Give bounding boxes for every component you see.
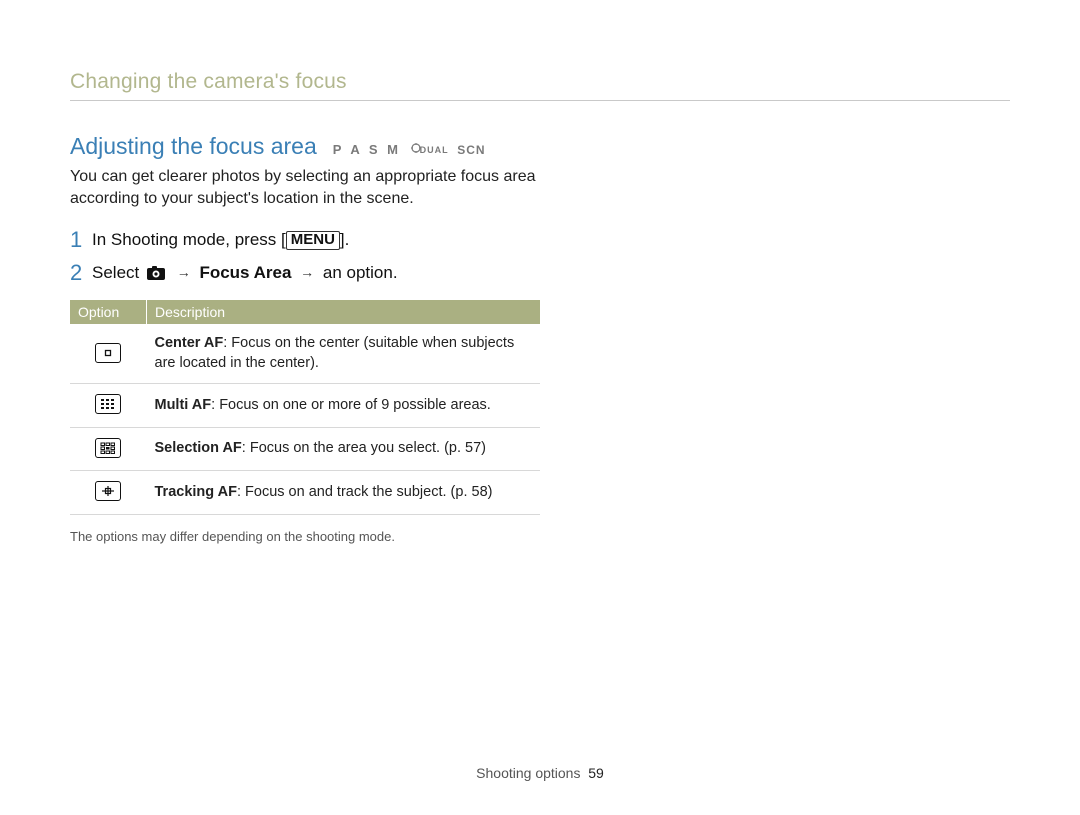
option-desc: : Focus on one or more of 9 possible are… [211, 397, 491, 413]
chapter-title: Changing the camera's focus [70, 70, 1010, 94]
step-2: 2 Select → Focus Area → an option. [70, 260, 550, 286]
step-1: 1 In Shooting mode, press [MENU]. [70, 227, 550, 253]
table-row: Multi AF: Focus on one or more of 9 poss… [70, 384, 540, 428]
mode-letters: P A S M [333, 142, 401, 157]
steps-list: 1 In Shooting mode, press [MENU]. 2 Sele… [70, 227, 550, 286]
step-prefix: Select [92, 263, 144, 282]
page: Changing the camera's focus Adjusting th… [0, 0, 1080, 815]
table-row: Tracking AF: Focus on and track the subj… [70, 471, 540, 515]
step-suffix: an option. [318, 263, 397, 282]
arrow-icon: → [177, 263, 191, 282]
page-footer: Shooting options 59 [0, 765, 1080, 781]
step-prefix: In Shooting mode, press [ [92, 230, 286, 249]
option-desc: : Focus on the area you select. (p. 57) [242, 440, 486, 456]
center-af-icon [95, 343, 121, 363]
camera-icon [146, 265, 166, 281]
header-rule [70, 100, 1010, 101]
option-icon-cell [70, 471, 147, 515]
tracking-af-icon [95, 481, 121, 501]
step-number: 1 [70, 227, 92, 253]
mode-indicators: P A S M DUAL SCN [333, 142, 486, 157]
footnote: The options may differ depending on the … [70, 529, 550, 544]
table-row: Center AF: Focus on the center (suitable… [70, 324, 540, 384]
step-suffix: ]. [340, 230, 349, 249]
option-name: Selection AF [155, 440, 242, 456]
header-description: Description [147, 300, 541, 324]
section-title: Adjusting the focus area [70, 133, 317, 160]
option-name: Center AF [155, 335, 224, 351]
chapter-header: Changing the camera's focus [70, 70, 1010, 101]
step-text: In Shooting mode, press [MENU]. [92, 227, 349, 252]
focus-area-label: Focus Area [199, 263, 291, 282]
section-title-row: Adjusting the focus area P A S M DUAL SC… [70, 133, 550, 160]
section: Adjusting the focus area P A S M DUAL SC… [70, 133, 550, 544]
option-icon-cell [70, 427, 147, 471]
footer-section: Shooting options [476, 765, 580, 781]
option-description: Selection AF: Focus on the area you sele… [147, 427, 541, 471]
mode-dual: DUAL [420, 145, 449, 155]
multi-af-icon [95, 394, 121, 414]
table-header-row: Option Description [70, 300, 540, 324]
option-name: Multi AF [155, 397, 212, 413]
option-icon-cell [70, 384, 147, 428]
table-row: Selection AF: Focus on the area you sele… [70, 427, 540, 471]
section-intro: You can get clearer photos by selecting … [70, 166, 550, 209]
step-number: 2 [70, 260, 92, 286]
option-icon-cell [70, 324, 147, 384]
option-description: Tracking AF: Focus on and track the subj… [147, 471, 541, 515]
option-desc: : Focus on and track the subject. (p. 58… [237, 484, 493, 500]
mode-scn: SCN [457, 143, 485, 157]
arrow-icon: → [300, 263, 314, 282]
selection-af-icon [95, 438, 121, 458]
option-name: Tracking AF [155, 484, 237, 500]
option-description: Center AF: Focus on the center (suitable… [147, 324, 541, 384]
options-table: Option Description Center AF: Focus on t [70, 300, 540, 515]
option-description: Multi AF: Focus on one or more of 9 poss… [147, 384, 541, 428]
header-option: Option [70, 300, 147, 324]
menu-button-label: MENU [286, 231, 340, 250]
step-text: Select → Focus Area → an option. [92, 260, 398, 285]
page-number: 59 [588, 765, 604, 781]
